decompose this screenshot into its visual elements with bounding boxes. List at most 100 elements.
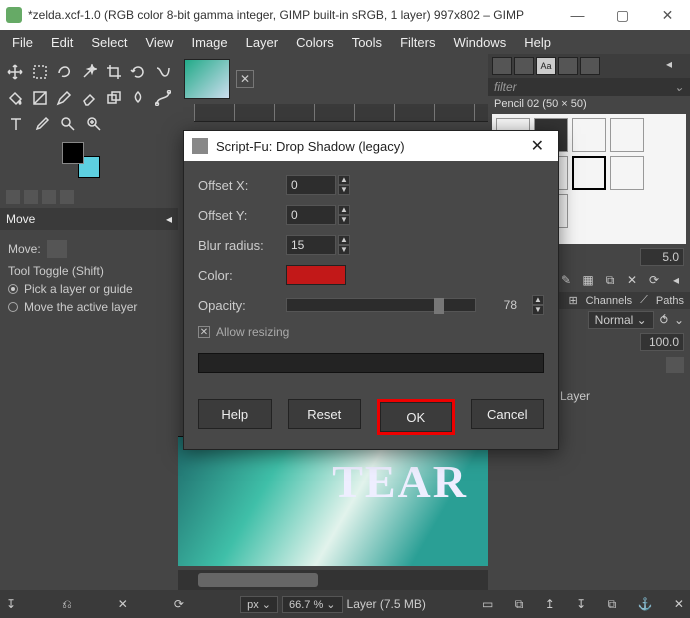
lock-icon[interactable] <box>666 357 684 373</box>
status-icon[interactable]: ⧉ <box>608 597 617 612</box>
brush-filter[interactable]: filter ⌄ <box>488 78 690 96</box>
warp-icon[interactable] <box>151 60 174 84</box>
scrollbar-thumb[interactable] <box>198 573 318 587</box>
layer-opacity-input[interactable]: 100.0 <box>640 333 684 351</box>
zoom-select[interactable]: 66.7 % ⌄ <box>282 596 343 613</box>
ok-button[interactable]: OK <box>380 402 452 432</box>
menu-image[interactable]: Image <box>183 32 235 53</box>
radio-move-active[interactable]: Move the active layer <box>8 300 170 314</box>
spin-up-icon[interactable]: ▲ <box>532 295 544 305</box>
dock-icon[interactable] <box>6 190 20 204</box>
brush-item-selected[interactable] <box>572 156 606 190</box>
menu-windows[interactable]: Windows <box>445 32 514 53</box>
status-icon[interactable]: ↧ <box>6 597 16 611</box>
smudge-icon[interactable] <box>127 86 150 110</box>
menu-layer[interactable]: Layer <box>238 32 287 53</box>
color-swatches[interactable] <box>62 142 110 182</box>
measure-icon[interactable] <box>56 112 80 136</box>
dialog-close-icon[interactable]: ✕ <box>525 136 550 156</box>
rect-select-icon[interactable] <box>29 60 52 84</box>
dock-tab-icon[interactable] <box>492 57 512 75</box>
brush-item[interactable] <box>610 118 644 152</box>
menu-select[interactable]: Select <box>83 32 135 53</box>
status-icon[interactable]: ↧ <box>576 597 586 611</box>
edit-icon[interactable]: ✎ <box>558 272 574 288</box>
blur-input[interactable] <box>286 235 336 255</box>
spin-down-icon[interactable]: ▼ <box>338 185 350 195</box>
path-icon[interactable] <box>151 86 174 110</box>
status-icon[interactable]: ▭ <box>482 597 493 611</box>
menu-file[interactable]: File <box>4 32 41 53</box>
spin-down-icon[interactable]: ▼ <box>338 245 350 255</box>
help-button[interactable]: Help <box>198 399 272 429</box>
menu-tools[interactable]: Tools <box>344 32 390 53</box>
menu-filters[interactable]: Filters <box>392 32 443 53</box>
spin-down-icon[interactable]: ▼ <box>532 305 544 315</box>
maximize-button[interactable]: ▢ <box>600 0 645 30</box>
offset-y-input[interactable] <box>286 205 336 225</box>
blend-mode-select[interactable]: Normal ⌄ <box>588 311 654 329</box>
spin-up-icon[interactable]: ▲ <box>338 235 350 245</box>
picker-icon[interactable] <box>30 112 54 136</box>
opacity-value[interactable]: 78 <box>486 298 520 312</box>
tab-channels[interactable]: Channels <box>586 295 632 307</box>
status-icon[interactable]: ⧉ <box>515 597 524 612</box>
status-icon[interactable]: ✕ <box>674 597 684 611</box>
spin-up-icon[interactable]: ▲ <box>338 205 350 215</box>
canvas-h-scrollbar[interactable] <box>178 570 488 590</box>
layer-name[interactable]: Layer <box>560 389 590 403</box>
dock-tab-icon[interactable] <box>580 57 600 75</box>
gradient-icon[interactable] <box>29 86 52 110</box>
allow-resizing-checkbox[interactable]: Allow resizing <box>198 325 544 339</box>
dock-icon[interactable] <box>42 190 56 204</box>
reset-button[interactable]: Reset <box>288 399 362 429</box>
status-icon[interactable]: ⚓ <box>638 597 653 611</box>
link-icon[interactable]: ⥀ <box>660 313 668 327</box>
menu-icon[interactable]: ◂ <box>668 272 684 288</box>
dock-tab-icon[interactable]: Aa <box>536 57 556 75</box>
canvas-image[interactable]: TEAR <box>178 436 488 566</box>
dock-tab-icon[interactable] <box>558 57 578 75</box>
pencil-icon[interactable] <box>53 86 76 110</box>
status-icon[interactable]: ⎌ <box>62 597 72 612</box>
panel-menu-icon[interactable]: ◂ <box>666 57 686 75</box>
minimize-button[interactable]: — <box>555 0 600 30</box>
slider-handle[interactable] <box>434 298 444 314</box>
brush-spacing-input[interactable]: 5.0 <box>640 248 684 266</box>
menu-edit[interactable]: Edit <box>43 32 81 53</box>
color-button[interactable] <box>286 265 346 285</box>
chevron-down-icon[interactable]: ⌄ <box>674 313 684 327</box>
image-tab-thumbnail[interactable] <box>184 59 230 99</box>
status-icon[interactable]: ✕ <box>118 597 128 611</box>
brush-item[interactable] <box>610 156 644 190</box>
zoom-icon[interactable] <box>82 112 106 136</box>
status-icon[interactable]: ↥ <box>545 597 555 611</box>
dialog-titlebar[interactable]: Script-Fu: Drop Shadow (legacy) ✕ <box>184 131 558 161</box>
opacity-slider[interactable] <box>286 298 476 312</box>
menu-help[interactable]: Help <box>516 32 559 53</box>
radio-pick-layer[interactable]: Pick a layer or guide <box>8 282 170 296</box>
offset-x-input[interactable] <box>286 175 336 195</box>
close-button[interactable]: ✕ <box>645 0 690 30</box>
spin-down-icon[interactable]: ▼ <box>338 215 350 225</box>
dock-icon[interactable] <box>60 190 74 204</box>
menu-view[interactable]: View <box>138 32 182 53</box>
unit-select[interactable]: px ⌄ <box>240 596 278 613</box>
rotate-icon[interactable] <box>127 60 150 84</box>
menu-colors[interactable]: Colors <box>288 32 342 53</box>
dock-tab-icon[interactable] <box>514 57 534 75</box>
fg-color-swatch[interactable] <box>62 142 84 164</box>
move-selection-icon[interactable] <box>73 240 93 258</box>
eraser-icon[interactable] <box>78 86 101 110</box>
refresh-icon[interactable]: ⟳ <box>646 272 662 288</box>
crop-icon[interactable] <box>102 60 125 84</box>
clone-icon[interactable] <box>102 86 125 110</box>
move-layer-icon[interactable] <box>47 240 67 258</box>
panel-menu-icon[interactable]: ◂ <box>166 212 172 226</box>
new-icon[interactable]: ▦ <box>580 272 596 288</box>
wand-icon[interactable] <box>78 60 101 84</box>
chevron-down-icon[interactable]: ⌄ <box>674 80 684 94</box>
tab-paths[interactable]: Paths <box>656 295 684 307</box>
brush-item[interactable] <box>572 118 606 152</box>
lasso-icon[interactable] <box>53 60 76 84</box>
